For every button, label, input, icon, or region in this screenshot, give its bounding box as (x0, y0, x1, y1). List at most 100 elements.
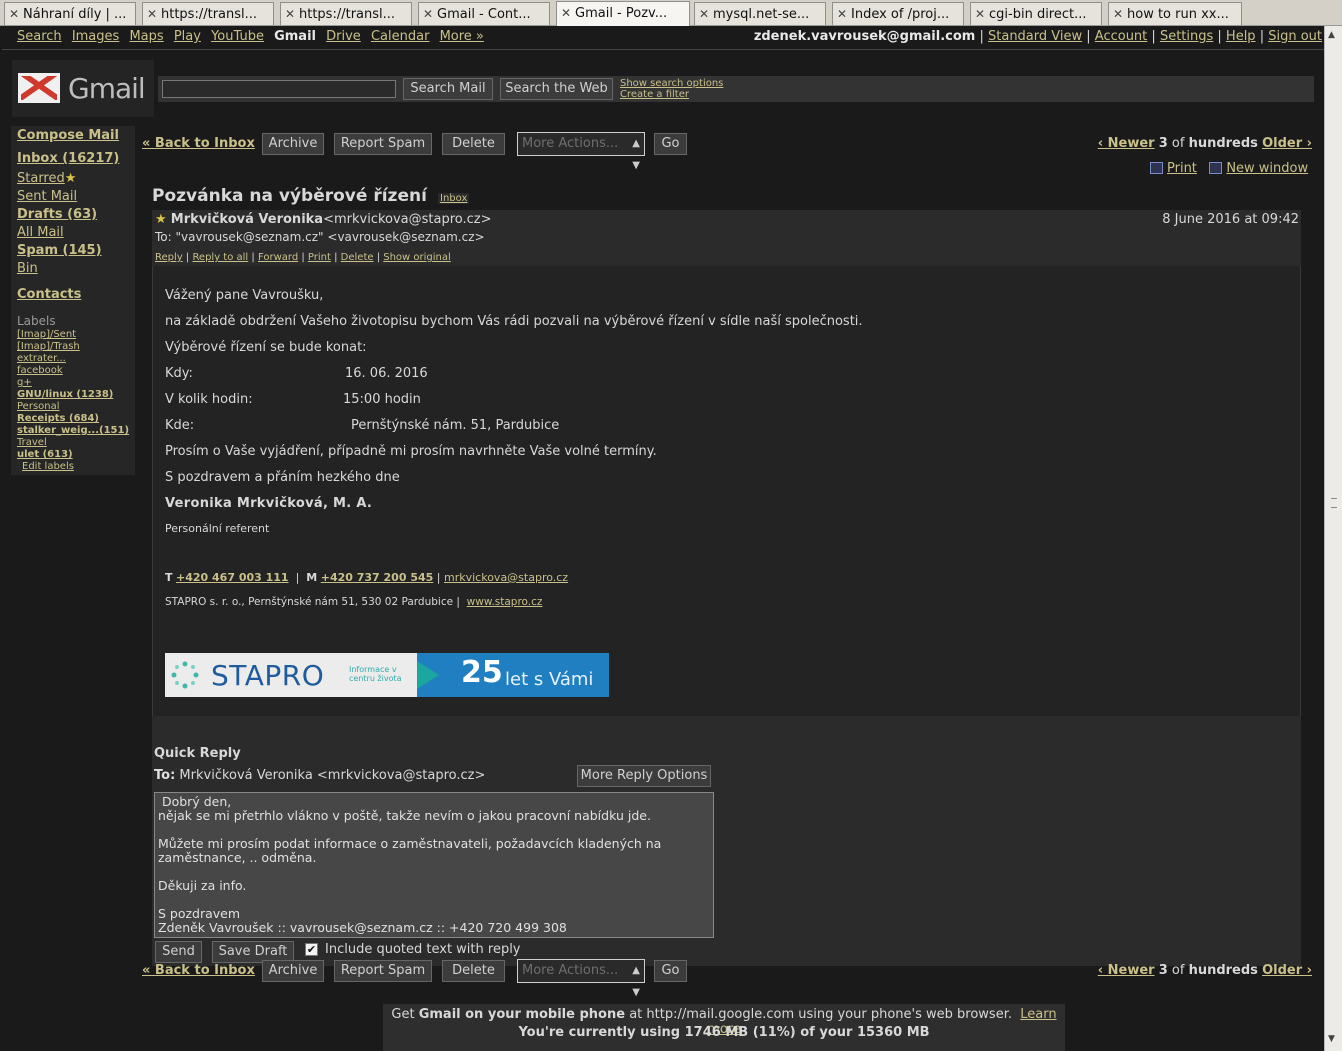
standard-view-link[interactable]: Standard View (988, 29, 1082, 44)
gmail-m-icon (18, 73, 60, 103)
search-input[interactable] (162, 80, 396, 98)
sidebar-item-contacts[interactable]: Contacts (17, 287, 81, 302)
label-extrater[interactable]: extrater... (17, 353, 66, 364)
close-tab-icon[interactable]: ✕ (147, 3, 161, 25)
close-tab-icon[interactable]: ✕ (975, 3, 989, 25)
go-button[interactable]: Go (654, 133, 687, 155)
reply-textarea[interactable]: Dobrý den, nějak se mi přetrhlo vlákno v… (154, 792, 714, 938)
label-facebook[interactable]: facebook (17, 365, 63, 376)
search-web-button[interactable]: Search the Web (500, 78, 613, 100)
close-tab-icon[interactable]: ✕ (699, 3, 713, 25)
gbar-link-play[interactable]: Play (174, 29, 201, 44)
show-search-options-link[interactable]: Show search options (620, 78, 723, 89)
close-tab-icon[interactable]: ✕ (423, 3, 437, 25)
close-tab-icon[interactable]: ✕ (285, 3, 299, 25)
sidebar-item-drafts[interactable]: Drafts (63) (17, 207, 97, 222)
gbar-link-drive[interactable]: Drive (326, 29, 361, 44)
close-tab-icon[interactable]: ✕ (9, 3, 23, 25)
more-actions-select[interactable]: More Actions... ▲ ▼ (517, 132, 645, 171)
phone-link[interactable]: +420 467 003 111 (176, 571, 289, 584)
scroll-down-icon[interactable]: ▼ (1328, 1034, 1335, 1044)
browser-tab[interactable]: ✕ Gmail - Cont... (418, 2, 550, 25)
older-link[interactable]: Older › (1262, 136, 1312, 151)
print-link[interactable]: Print (1167, 161, 1197, 176)
browser-tab[interactable]: ✕ mysql.net-se... (694, 2, 826, 25)
website-link[interactable]: www.stapro.cz (467, 596, 543, 608)
browser-tab[interactable]: ✕ Náhraní díly | ... (4, 2, 136, 25)
browser-tab[interactable]: ✕ how to run xx... (1108, 2, 1242, 25)
label-gnu-linux[interactable]: GNU/linux (1238) (17, 389, 113, 400)
sidebar-item-sent[interactable]: Sent Mail (17, 189, 77, 204)
scroll-up-icon[interactable]: ▲ (1328, 30, 1335, 40)
settings-link[interactable]: Settings (1160, 29, 1213, 44)
label-imap-sent[interactable]: [Imap]/Sent (17, 329, 76, 340)
label-ulet[interactable]: ulet (613) (17, 449, 73, 460)
sidebar-item-all-mail[interactable]: All Mail (17, 225, 64, 240)
close-tab-icon[interactable]: ✕ (1113, 3, 1127, 25)
show-original-link[interactable]: Show original (383, 252, 451, 263)
report-spam-button[interactable]: Report Spam (334, 960, 432, 982)
include-quoted-checkbox[interactable]: ✔ (305, 943, 318, 956)
stapro-banner[interactable]: STAPRO Informace v centru života 25 let … (165, 653, 609, 697)
label-gplus[interactable]: g+ (17, 377, 32, 388)
edit-labels-link[interactable]: Edit labels (22, 461, 74, 472)
compose-mail-link[interactable]: Compose Mail (17, 128, 119, 143)
email-link[interactable]: mrkvickova@stapro.cz (444, 571, 568, 584)
scroll-grip[interactable] (1331, 498, 1337, 508)
sidebar-item-inbox[interactable]: Inbox (16217) (17, 151, 119, 166)
sidebar-item-starred[interactable]: Starred (17, 171, 65, 186)
gbar-link-more[interactable]: More » (440, 29, 484, 44)
gmail-logo[interactable]: Gmail (12, 60, 154, 117)
new-window-link[interactable]: New window (1226, 161, 1308, 176)
more-reply-options-button[interactable]: More Reply Options (577, 765, 711, 787)
reply-all-link[interactable]: Reply to all (192, 252, 248, 263)
inbox-label-tag[interactable]: Inbox (438, 193, 470, 204)
gbar-link-youtube[interactable]: YouTube (211, 29, 264, 44)
back-to-inbox-link[interactable]: « Back to Inbox (142, 963, 255, 978)
label-travel[interactable]: Travel (17, 437, 47, 448)
storage-usage: You're currently using 1746 MB (11%) of … (518, 1025, 930, 1040)
label-receipts[interactable]: Receipts (684) (17, 413, 99, 424)
go-button[interactable]: Go (654, 960, 687, 982)
label-stalker[interactable]: stalker_weig...(151) (17, 425, 129, 436)
newer-link[interactable]: ‹ Newer (1098, 963, 1155, 978)
sidebar-item-bin[interactable]: Bin (17, 261, 38, 276)
help-link[interactable]: Help (1226, 29, 1256, 44)
gbar-link-search[interactable]: Search (17, 29, 62, 44)
message-actions: Reply | Reply to all | Forward | Print |… (155, 252, 451, 263)
browser-tab[interactable]: ✕ cgi-bin direct... (970, 2, 1102, 25)
print-message-link[interactable]: Print (308, 252, 331, 263)
sidebar-item-spam[interactable]: Spam (145) (17, 243, 102, 258)
archive-button[interactable]: Archive (262, 960, 324, 982)
label-personal[interactable]: Personal (17, 401, 60, 412)
gbar-link-maps[interactable]: Maps (129, 29, 163, 44)
browser-tab[interactable]: ✕ https://transl... (142, 2, 274, 25)
close-tab-icon[interactable]: ✕ (837, 3, 851, 25)
close-tab-icon[interactable]: ✕ (561, 2, 575, 24)
search-mail-button[interactable]: Search Mail (403, 78, 493, 100)
page-scrollbar[interactable]: ▲ ▼ (1324, 26, 1342, 1051)
browser-tab[interactable]: ✕ https://transl... (280, 2, 412, 25)
archive-button[interactable]: Archive (262, 133, 324, 155)
delete-button[interactable]: Delete (442, 133, 505, 155)
back-to-inbox-link[interactable]: « Back to Inbox (142, 136, 255, 151)
account-link[interactable]: Account (1095, 29, 1148, 44)
browser-tab[interactable]: ✕ Index of /proj... (832, 2, 964, 25)
star-icon[interactable]: ★ (155, 212, 167, 227)
delete-button[interactable]: Delete (442, 960, 505, 982)
sign-out-link[interactable]: Sign out (1268, 29, 1322, 44)
create-filter-link[interactable]: Create a filter (620, 89, 723, 100)
mobile-link[interactable]: +420 737 200 545 (321, 571, 434, 584)
more-actions-select[interactable]: More Actions... ▲ ▼ (517, 959, 645, 998)
browser-tab-active[interactable]: ✕ Gmail - Pozv... (556, 1, 690, 26)
reply-link[interactable]: Reply (155, 252, 183, 263)
report-spam-button[interactable]: Report Spam (334, 133, 432, 155)
delete-message-link[interactable]: Delete (341, 252, 374, 263)
gbar-link-images[interactable]: Images (72, 29, 120, 44)
forward-link[interactable]: Forward (258, 252, 298, 263)
gbar-link-calendar[interactable]: Calendar (371, 29, 429, 44)
older-link[interactable]: Older › (1262, 963, 1312, 978)
newer-link[interactable]: ‹ Newer (1098, 136, 1155, 151)
body-paragraph: Výběrové řízení se bude konat: (165, 340, 367, 355)
label-imap-trash[interactable]: [Imap]/Trash (17, 341, 80, 352)
